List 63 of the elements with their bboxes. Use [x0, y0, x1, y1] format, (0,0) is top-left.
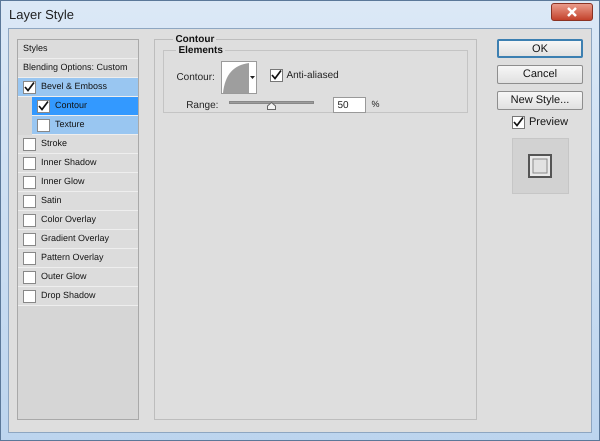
contour-label: Contour: [176, 71, 216, 84]
style-item[interactable]: Blending Options: Custom [18, 59, 138, 78]
checkbox[interactable] [23, 156, 36, 170]
preview-checkbox[interactable]: Preview [512, 114, 568, 130]
check-icon [512, 117, 524, 128]
item-label: Stroke [41, 137, 68, 150]
item-label: Inner Glow [41, 175, 85, 188]
checkbox[interactable] [23, 252, 36, 264]
item-label: Satin [41, 194, 62, 208]
dialog-button[interactable]: Cancel [497, 65, 583, 84]
caret-icon [249, 76, 256, 80]
square-icon [527, 152, 553, 178]
style-item[interactable]: Contour [32, 97, 138, 116]
dialog-button[interactable]: New Style... [497, 91, 583, 110]
close-icon [566, 6, 578, 16]
style-item[interactable]: Texture [32, 116, 138, 135]
dialog-button[interactable]: OK [497, 39, 583, 58]
checkbox[interactable] [23, 176, 36, 188]
item-label: Texture [55, 118, 85, 132]
style-item[interactable]: Bevel & Emboss [18, 78, 138, 97]
range-label: Range: [185, 98, 218, 112]
checkbox[interactable] [512, 116, 525, 129]
style-item[interactable]: Inner Glow [18, 173, 138, 192]
style-item[interactable]: Drop Shadow [18, 287, 138, 306]
checkbox[interactable] [23, 138, 36, 150]
checkbox[interactable] [270, 68, 284, 82]
checkbox[interactable] [37, 100, 50, 112]
style-item[interactable]: Gradient Overlay [18, 230, 138, 249]
check-icon [271, 70, 282, 80]
style-item[interactable]: Color Overlay [18, 211, 138, 230]
checkbox[interactable] [23, 214, 36, 226]
style-item[interactable]: Satin [18, 192, 138, 211]
checkbox[interactable] [23, 232, 36, 246]
checkbox-label: Preview [528, 115, 568, 130]
anti-aliased-checkbox[interactable]: Anti-aliased [270, 68, 339, 82]
range-field[interactable]: 50 [333, 97, 366, 113]
item-label: Inner Shadow [41, 156, 97, 170]
check-icon [38, 101, 49, 111]
checkbox[interactable] [23, 270, 36, 284]
style-item[interactable]: Outer Glow [18, 268, 138, 287]
checkbox[interactable] [23, 194, 36, 208]
item-label: Drop Shadow [41, 289, 96, 302]
style-item[interactable]: Stroke [18, 135, 138, 154]
list-header: Styles [18, 40, 138, 59]
checkbox[interactable] [37, 118, 50, 132]
check-icon [24, 82, 35, 92]
curve-icon [222, 62, 250, 93]
checkbox[interactable] [23, 290, 36, 302]
unit-label: % [371, 98, 380, 112]
item-label: Color Overlay [41, 213, 96, 226]
item-label: Pattern Overlay [41, 251, 104, 264]
style-item[interactable]: Pattern Overlay [18, 249, 138, 268]
close-button[interactable] [551, 2, 593, 20]
checkbox[interactable] [23, 80, 36, 94]
range-slider[interactable] [229, 100, 314, 110]
item-label: Bevel & Emboss [41, 80, 108, 94]
style-item[interactable]: Inner Shadow [18, 154, 138, 173]
checkbox-label: Anti-aliased [286, 68, 339, 82]
item-label: Outer Glow [41, 270, 87, 284]
item-label: Contour [55, 99, 88, 112]
window-title: Layer Style [9, 6, 74, 24]
contour-picker[interactable] [221, 61, 258, 94]
item-label: Gradient Overlay [41, 232, 110, 246]
